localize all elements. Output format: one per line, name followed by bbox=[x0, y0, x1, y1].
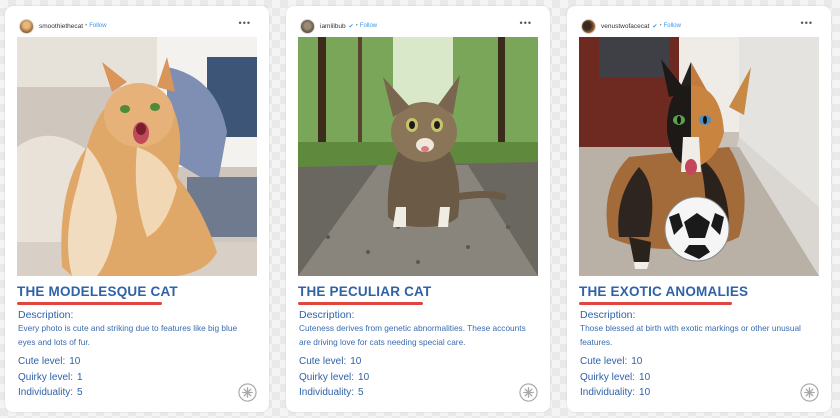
card-title: THE EXOTIC ANOMALIES bbox=[579, 284, 749, 299]
description-text: Those blessed at birth with exotic marki… bbox=[580, 323, 801, 347]
stat-quirky: Quirky level: 10 bbox=[580, 372, 650, 383]
title-underline bbox=[579, 302, 732, 305]
username[interactable]: venustwofacecat bbox=[601, 23, 649, 30]
stat-label: Individuality: bbox=[18, 387, 74, 398]
username[interactable]: iamlilbub bbox=[320, 23, 346, 30]
stat-label: Quirky level: bbox=[580, 372, 636, 383]
description-label: Description: bbox=[18, 309, 74, 321]
stat-quirky: Quirky level: 1 bbox=[18, 372, 83, 383]
stat-label: Cute level: bbox=[580, 356, 628, 367]
stat-value: 10 bbox=[631, 356, 643, 367]
stat-label: Quirky level: bbox=[18, 372, 74, 383]
post-photo bbox=[17, 37, 257, 276]
follow-button[interactable]: Follow bbox=[89, 23, 106, 29]
stat-value: 10 bbox=[639, 372, 651, 383]
avatar[interactable] bbox=[581, 18, 596, 34]
avatar[interactable] bbox=[300, 18, 315, 34]
stat-cute: Cute level: 10 bbox=[18, 356, 80, 367]
stat-individuality: Individuality: 10 bbox=[580, 387, 650, 398]
post-photo bbox=[298, 37, 538, 276]
stat-value: 10 bbox=[350, 356, 362, 367]
description-label: Description: bbox=[299, 309, 355, 321]
stat-individuality: Individuality: 5 bbox=[299, 387, 364, 398]
stat-label: Quirky level: bbox=[299, 372, 355, 383]
stat-value: 1 bbox=[77, 372, 83, 383]
separator-dot: • bbox=[659, 23, 662, 29]
stat-label: Individuality: bbox=[299, 387, 355, 398]
stat-label: Individuality: bbox=[580, 387, 636, 398]
stat-value: 5 bbox=[77, 387, 83, 398]
card-title: THE MODELESQUE CAT bbox=[17, 284, 178, 299]
more-horizontal-icon[interactable]: ••• bbox=[801, 18, 813, 28]
more-horizontal-icon[interactable]: ••• bbox=[239, 18, 251, 28]
verified-badge-icon: ✔ bbox=[348, 23, 354, 30]
separator-dot: • bbox=[85, 23, 88, 29]
description-text: Every photo is cute and striking due to … bbox=[18, 323, 238, 347]
post-header: iamlilbub ✔ • Follow ••• bbox=[300, 16, 536, 36]
stat-label: Cute level: bbox=[299, 356, 347, 367]
post-header: smoothiethecat • Follow ••• bbox=[19, 16, 255, 36]
follow-button[interactable]: Follow bbox=[664, 23, 681, 29]
post-header: venustwofacecat ✔ • Follow ••• bbox=[581, 16, 817, 36]
stat-value: 10 bbox=[639, 387, 651, 398]
cat-card: venustwofacecat ✔ • Follow ••• THE EXOTI… bbox=[567, 6, 831, 412]
description-label: Description: bbox=[580, 309, 636, 321]
stat-value: 10 bbox=[69, 356, 81, 367]
paw-logo-icon bbox=[238, 383, 257, 402]
title-underline bbox=[298, 302, 423, 305]
paw-logo-icon bbox=[800, 383, 819, 402]
cat-card: iamlilbub ✔ • Follow ••• THE PECULIAR CA… bbox=[286, 6, 550, 412]
avatar[interactable] bbox=[19, 18, 34, 34]
separator-dot: • bbox=[355, 23, 358, 29]
stat-value: 5 bbox=[358, 387, 364, 398]
stat-individuality: Individuality: 5 bbox=[18, 387, 83, 398]
paw-logo-icon bbox=[519, 383, 538, 402]
post-photo bbox=[579, 37, 819, 276]
card-title: THE PECULIAR CAT bbox=[298, 284, 432, 299]
stat-cute: Cute level: 10 bbox=[299, 356, 361, 367]
cat-card: smoothiethecat • Follow ••• THE MODELESQ… bbox=[5, 6, 269, 412]
stat-quirky: Quirky level: 10 bbox=[299, 372, 369, 383]
stat-value: 10 bbox=[358, 372, 370, 383]
verified-badge-icon: ✔ bbox=[652, 23, 658, 30]
stat-cute: Cute level: 10 bbox=[580, 356, 642, 367]
stat-label: Cute level: bbox=[18, 356, 66, 367]
username[interactable]: smoothiethecat bbox=[39, 23, 83, 30]
follow-button[interactable]: Follow bbox=[360, 23, 377, 29]
title-underline bbox=[17, 302, 162, 305]
description-text: Cuteness derives from genetic abnormalit… bbox=[299, 323, 526, 347]
more-horizontal-icon[interactable]: ••• bbox=[520, 18, 532, 28]
